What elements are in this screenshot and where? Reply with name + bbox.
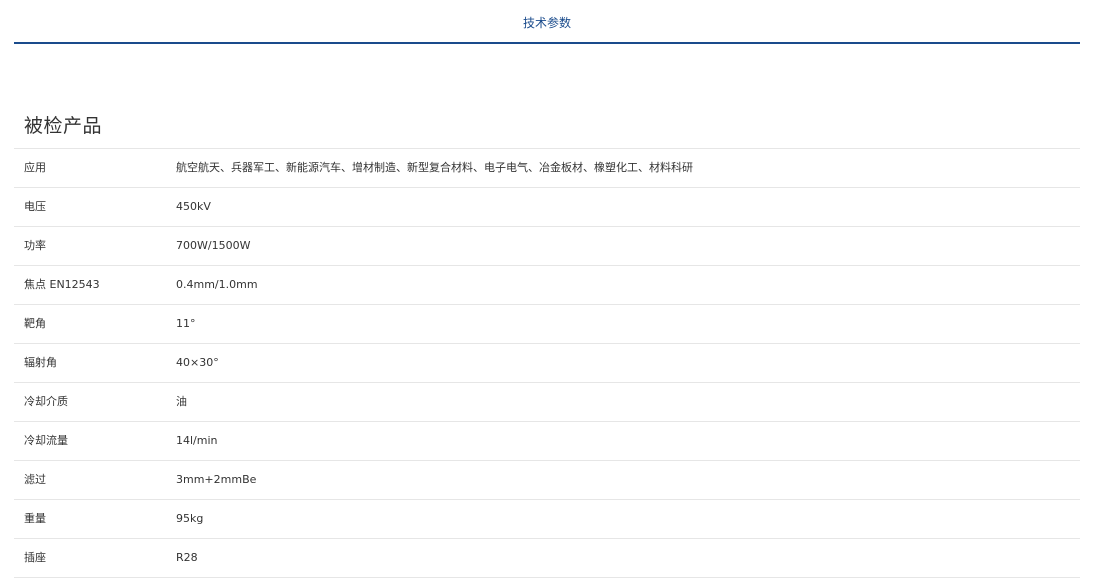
spec-row-target-angle: 靶角 11° <box>14 305 1080 344</box>
spec-row-cooling-flow: 冷却流量 14l/min <box>14 422 1080 461</box>
spec-label: 滤过 <box>24 473 46 486</box>
spec-label: 电压 <box>24 200 46 213</box>
spec-label: 插座 <box>24 551 46 564</box>
spec-row-filtration: 滤过 3mm+2mmBe <box>14 461 1080 500</box>
spec-row-cooling-medium: 冷却介质 油 <box>14 383 1080 422</box>
spec-value: 450kV <box>176 200 211 213</box>
tab-technical-parameters[interactable]: 技术参数 <box>14 14 1080 31</box>
spec-label: 冷却流量 <box>24 434 68 447</box>
spec-label: 冷却介质 <box>24 395 68 408</box>
spec-table: 应用 航空航天、兵器军工、新能源汽车、增材制造、新型复合材料、电子电气、冶金板材… <box>14 148 1080 578</box>
spec-value: 0.4mm/1.0mm <box>176 278 258 291</box>
spec-row-voltage: 电压 450kV <box>14 188 1080 227</box>
spec-value: 40×30° <box>176 356 219 369</box>
spec-value: 95kg <box>176 512 204 525</box>
spec-value: 700W/1500W <box>176 239 251 252</box>
tab-bar: 技术参数 <box>14 0 1080 44</box>
spec-row-power: 功率 700W/1500W <box>14 227 1080 266</box>
spec-row-weight: 重量 95kg <box>14 500 1080 539</box>
spec-value: 航空航天、兵器军工、新能源汽车、增材制造、新型复合材料、电子电气、冶金板材、橡塑… <box>176 161 693 174</box>
spec-value: 3mm+2mmBe <box>176 473 257 486</box>
spec-row-focal-spot: 焦点 EN12543 0.4mm/1.0mm <box>14 266 1080 305</box>
spec-row-socket: 插座 R28 <box>14 539 1080 578</box>
spec-label: 靶角 <box>24 317 46 330</box>
spec-label: 辐射角 <box>24 356 57 369</box>
spec-label: 功率 <box>24 239 46 252</box>
spec-value: 11° <box>176 317 196 330</box>
section-title: 被检产品 <box>24 115 103 137</box>
spec-row-application: 应用 航空航天、兵器军工、新能源汽车、增材制造、新型复合材料、电子电气、冶金板材… <box>14 149 1080 188</box>
spec-row-radiation-angle: 辐射角 40×30° <box>14 344 1080 383</box>
spec-label: 焦点 EN12543 <box>24 278 100 291</box>
spec-label: 应用 <box>24 161 46 174</box>
spec-value: R28 <box>176 551 198 564</box>
spec-value: 油 <box>176 395 187 408</box>
spec-value: 14l/min <box>176 434 218 447</box>
spec-label: 重量 <box>24 512 46 525</box>
